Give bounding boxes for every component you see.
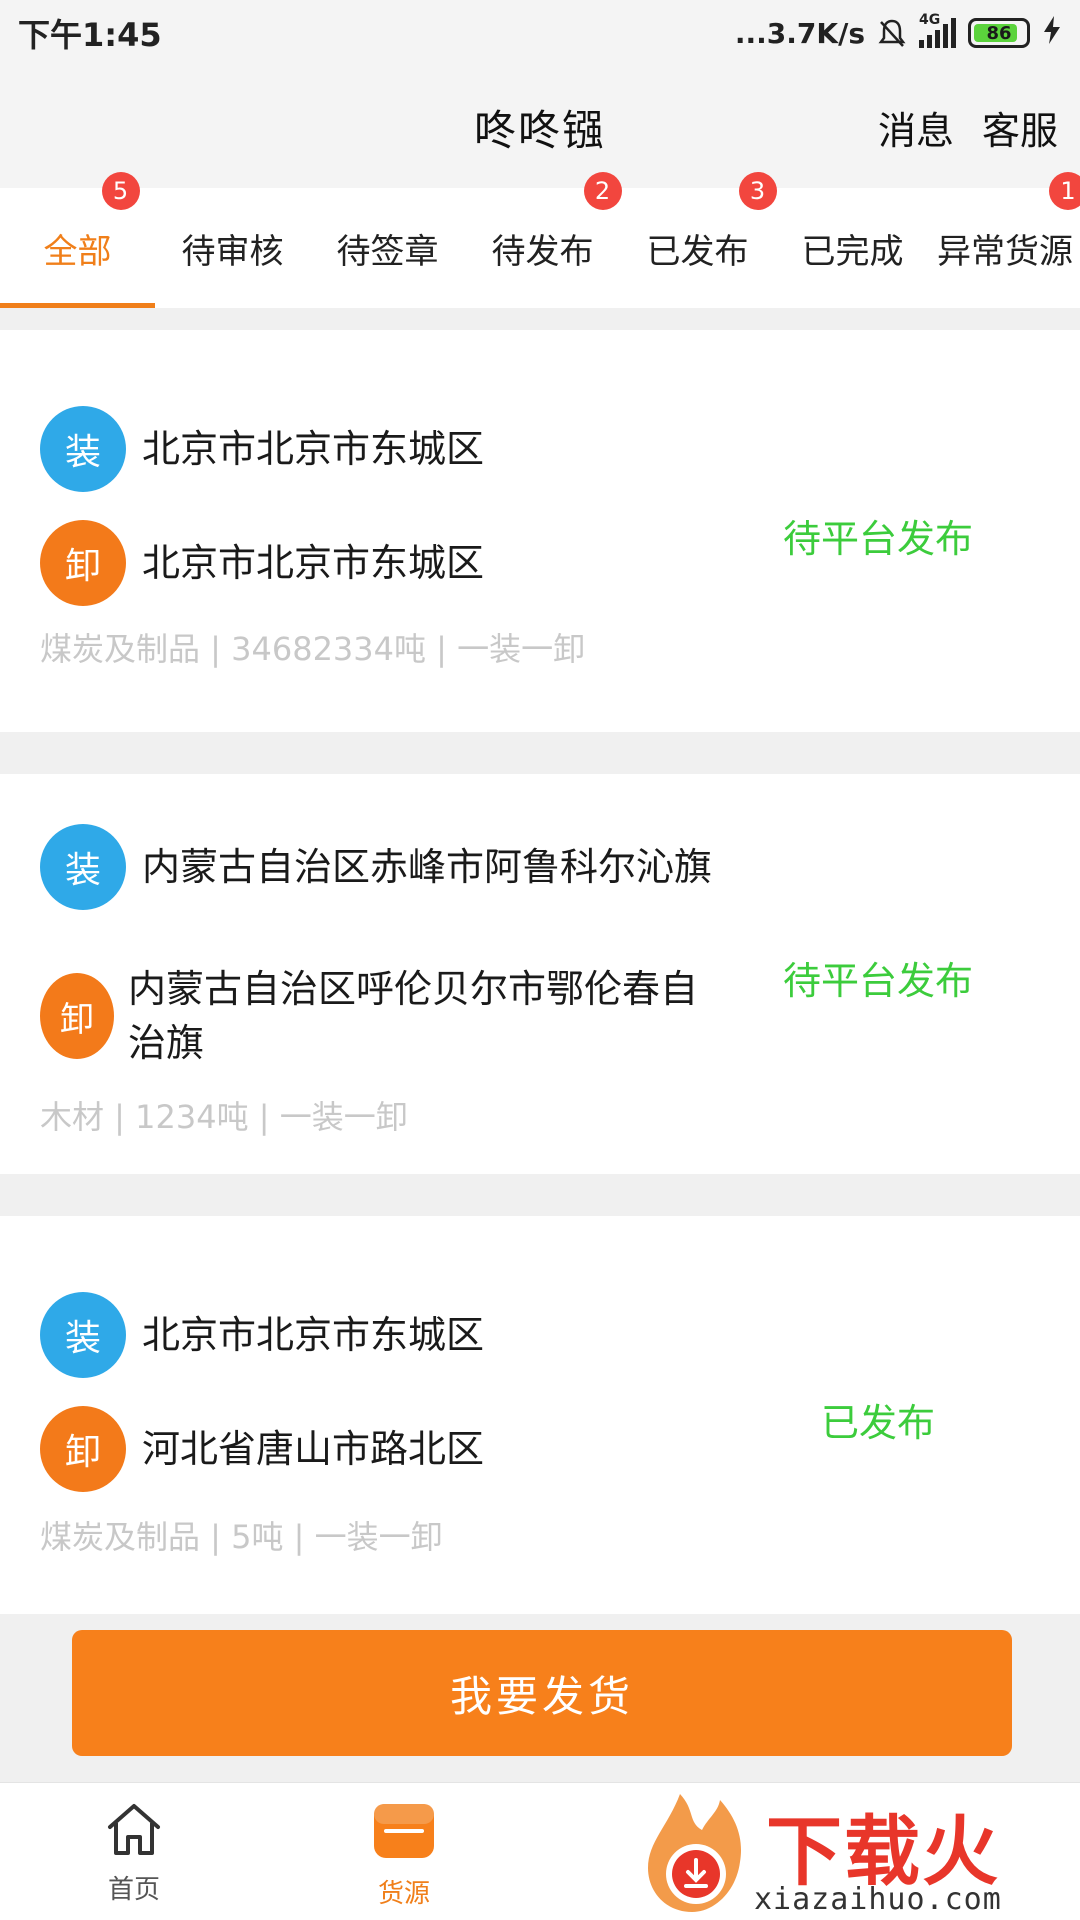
load-row: 装 北京市北京市东城区 [40,1292,742,1378]
nav-label: 首页 [107,1875,160,1905]
status-badge: 待平台发布 [782,959,973,1003]
load-address: 北京市北京市东城区 [142,1313,485,1357]
tab-label: 已发布 [646,231,749,272]
tab-pending-signature[interactable]: 待签章 [310,188,465,308]
status-tabs: 全部 5 待审核 待签章 待发布 2 已发布 3 已完成 异常货源 1 [0,171,1080,308]
watermark-logo: 下载火 xiazaihuo.com [640,1782,1080,1920]
nav-label: 货源 [377,1879,430,1909]
battery-icon: 86 [968,18,1030,48]
signal-icon: 4G [919,12,956,48]
unload-row: 卸 河北省唐山市路北区 [40,1406,742,1492]
status-badge: 已发布 [820,1401,935,1445]
tab-label: 待审核 [181,231,284,272]
tab-badge: 5 [101,171,140,210]
cargo-source-icon [371,1801,437,1865]
net-speed: ...3.7K/s [734,16,865,50]
unload-badge: 卸 [40,973,114,1059]
charging-icon [1042,15,1062,52]
tab-abnormal-cargo[interactable]: 异常货源 1 [930,171,1080,308]
cargo-card[interactable]: 装 北京市北京市东城区 卸 河北省唐山市路北区 煤炭及制品 | 5吨 | 一装一… [0,1216,1080,1614]
tab-label: 已完成 [801,231,904,272]
tab-label: 待签章 [336,231,439,272]
cargo-info: 木材 | 1234吨 | 一装一卸 [40,1098,408,1136]
tab-published[interactable]: 已发布 3 [620,171,777,308]
page-title: 咚咚镪 [473,105,606,155]
customer-service-button[interactable]: 客服 [982,100,1058,155]
network-type: 4G [919,12,941,28]
cargo-card[interactable]: 装 北京市北京市东城区 卸 北京市北京市东城区 煤炭及制品 | 34682334… [0,330,1080,732]
load-badge: 装 [40,406,126,492]
tab-badge: 2 [583,171,622,210]
tab-label: 全部 [43,231,112,272]
watermark-url: xiazaihuo.com [754,1882,1002,1917]
tab-label: 异常货源 [937,231,1073,272]
tab-completed[interactable]: 已完成 [775,188,930,308]
status-time: 下午1:45 [18,16,162,54]
tab-badge: 1 [1049,171,1080,210]
tab-pending-review[interactable]: 待审核 [155,188,310,308]
watermark-flame-icon [648,1794,742,1912]
unload-address: 河北省唐山市路北区 [142,1427,485,1471]
tab-pending-publish[interactable]: 待发布 2 [465,171,622,308]
cargo-info: 煤炭及制品 | 5吨 | 一装一卸 [40,1518,443,1556]
load-row: 装 内蒙古自治区赤峰市阿鲁科尔沁旗 [40,824,732,910]
load-row: 装 北京市北京市东城区 [40,406,742,492]
unload-badge: 卸 [40,1406,126,1492]
status-badge: 待平台发布 [782,517,973,561]
load-badge: 装 [40,824,126,910]
unload-row: 卸 内蒙古自治区呼伦贝尔市鄂伦春自治旗 [40,962,718,1070]
load-address: 内蒙古自治区赤峰市阿鲁科尔沁旗 [142,845,713,889]
unload-row: 卸 北京市北京市东城区 [40,520,742,606]
app-header: 咚咚镪 消息 客服 [0,66,1080,188]
tab-label: 待发布 [491,231,594,272]
load-badge: 装 [40,1292,126,1378]
unload-address: 北京市北京市东城区 [142,541,485,585]
unload-badge: 卸 [40,520,126,606]
status-indicators: ...3.7K/s 4G 86 [734,12,1062,52]
battery-level: 86 [986,22,1012,44]
messages-button[interactable]: 消息 [878,100,954,155]
tab-all[interactable]: 全部 5 [0,171,155,308]
nav-item-cargo[interactable]: 货源 [334,1801,474,1910]
unload-address: 内蒙古自治区呼伦贝尔市鄂伦春自治旗 [128,967,699,1065]
ship-cargo-button[interactable]: 我要发货 [72,1630,1012,1756]
home-icon [105,1801,163,1861]
cargo-info: 煤炭及制品 | 34682334吨 | 一装一卸 [40,630,586,668]
nav-item-home[interactable]: 首页 [64,1801,204,1906]
status-bar: 下午1:45 ...3.7K/s 4G 86 [0,0,1080,66]
header-actions: 消息 客服 [878,66,1058,188]
load-address: 北京市北京市东城区 [142,427,485,471]
cargo-card[interactable]: 装 内蒙古自治区赤峰市阿鲁科尔沁旗 卸 内蒙古自治区呼伦贝尔市鄂伦春自治旗 木材… [0,774,1080,1174]
tab-badge: 3 [738,171,777,210]
bell-muted-icon [877,18,907,48]
